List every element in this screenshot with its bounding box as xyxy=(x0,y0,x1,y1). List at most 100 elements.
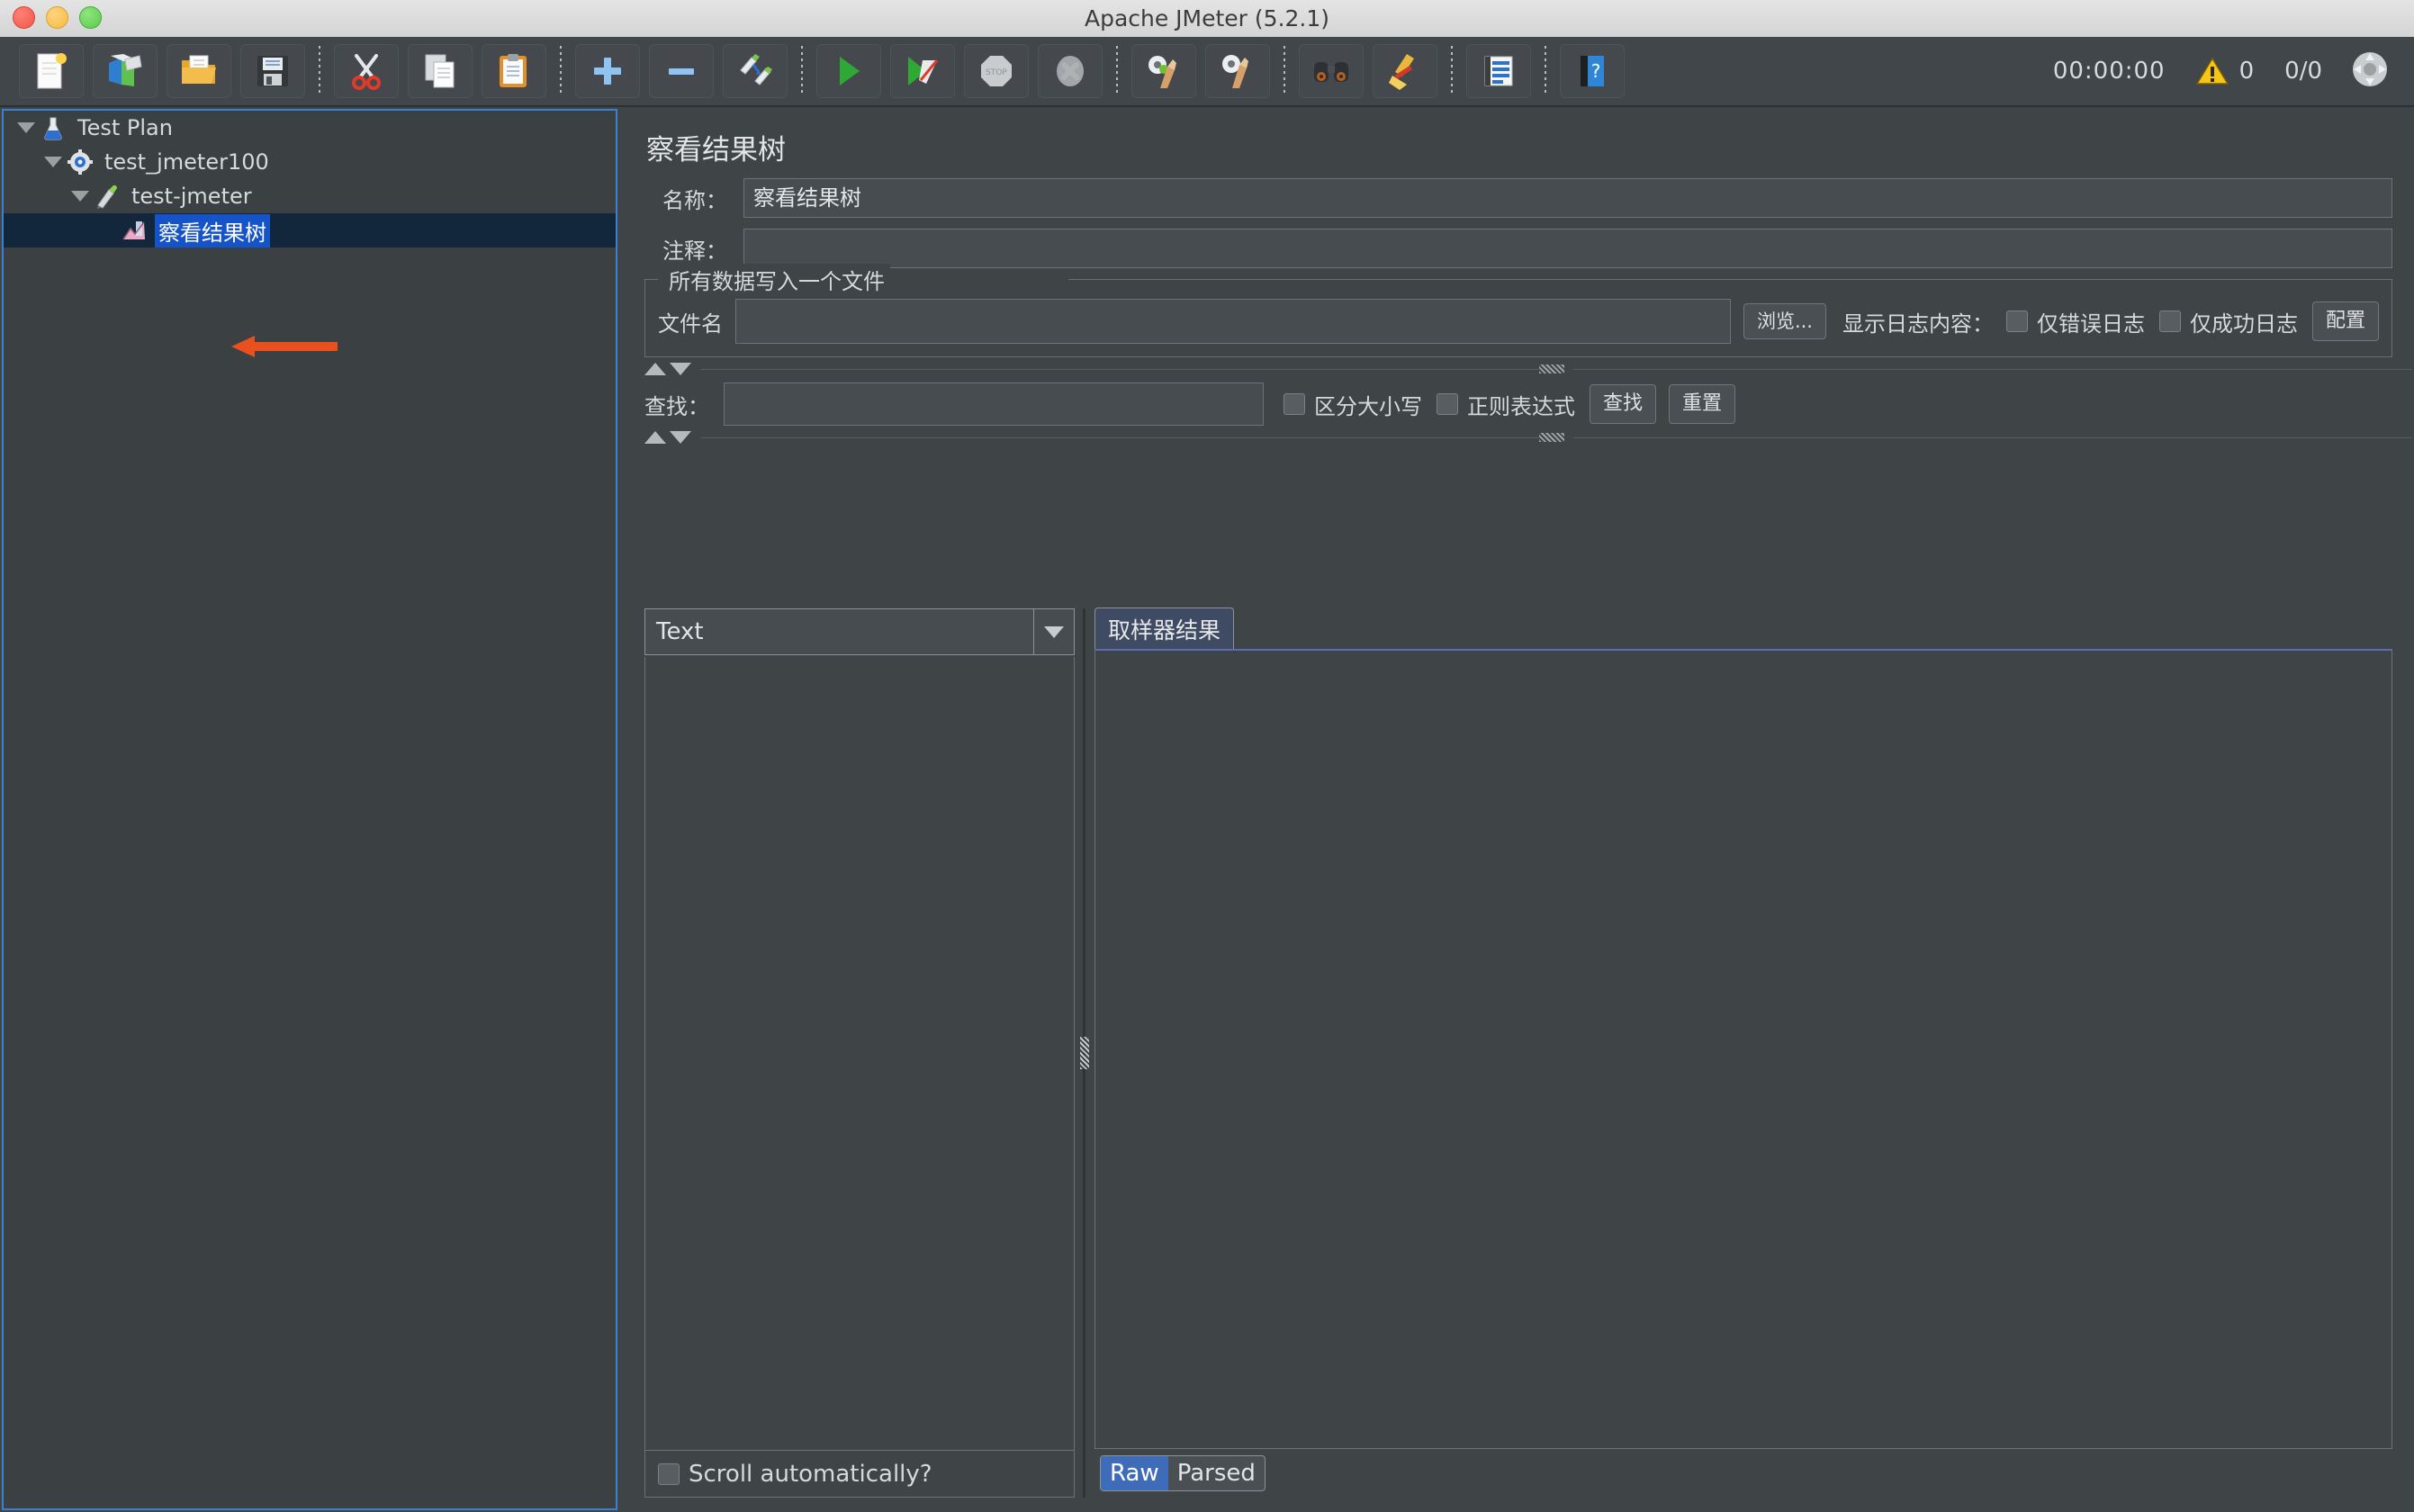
stop-sign-icon: STOP xyxy=(981,56,1012,86)
checkbox-box[interactable] xyxy=(1437,393,1458,415)
toggle-button[interactable] xyxy=(723,44,788,98)
function-helper-button[interactable] xyxy=(1466,44,1531,98)
checkbox-box[interactable] xyxy=(1284,393,1305,415)
regex-checkbox[interactable]: 正则表达式 xyxy=(1437,389,1575,420)
test-plan-tree[interactable]: Test Plan test_jmeter100 test-jmeter 察看结… xyxy=(2,109,617,1510)
function-list-icon xyxy=(1484,56,1513,86)
scroll-automatically-checkbox[interactable]: Scroll automatically? xyxy=(644,1451,1075,1498)
shutdown-button[interactable] xyxy=(1038,44,1103,98)
render-combo[interactable]: Text xyxy=(644,608,1075,655)
tree-node-test-plan[interactable]: Test Plan xyxy=(4,111,616,145)
tab-sampler-result[interactable]: 取样器结果 xyxy=(1094,608,1235,650)
vertical-splitter[interactable] xyxy=(1075,608,1094,1498)
toolbar-separator xyxy=(801,46,803,96)
stop-button[interactable]: STOP xyxy=(964,44,1029,98)
splitter-grip[interactable] xyxy=(1539,364,1564,374)
filename-input[interactable] xyxy=(735,299,1731,344)
remote-stop-icon xyxy=(1222,55,1248,88)
paste-button[interactable] xyxy=(482,44,546,98)
toolbar-separator xyxy=(1545,46,1546,96)
view-mode-row: Raw Parsed xyxy=(1094,1449,2392,1498)
results-list[interactable] xyxy=(644,657,1075,1451)
toolbar-separator xyxy=(1284,46,1285,96)
view-results-tree-icon xyxy=(119,217,149,244)
expand-caret[interactable] xyxy=(41,157,65,167)
templates-button[interactable] xyxy=(93,44,158,98)
start-no-pauses-button[interactable] xyxy=(890,44,955,98)
toolbar-separator xyxy=(1116,46,1118,96)
collapse-strip-upper[interactable] xyxy=(623,357,2412,377)
raw-parsed-toggle[interactable]: Raw Parsed xyxy=(1100,1455,1266,1491)
warning-indicator[interactable]: 0 xyxy=(2195,57,2255,86)
start-button[interactable] xyxy=(816,44,881,98)
tree-node-label: Test Plan xyxy=(77,115,173,140)
save-button[interactable] xyxy=(240,44,305,98)
remote-stop-all-button[interactable] xyxy=(1205,44,1270,98)
clear-all-button[interactable] xyxy=(1373,44,1437,98)
configure-button[interactable]: 配置 xyxy=(2311,302,2379,341)
collapse-up-icon[interactable] xyxy=(644,363,666,375)
search-input[interactable] xyxy=(724,382,1264,426)
collapse-strip-lower[interactable] xyxy=(623,426,2412,446)
cut-button[interactable] xyxy=(334,44,399,98)
search-button[interactable] xyxy=(1299,44,1364,98)
help-button[interactable]: ? xyxy=(1560,44,1625,98)
remote-start-all-button[interactable] xyxy=(1131,44,1196,98)
success-only-label: 仅成功日志 xyxy=(2189,310,2298,337)
expand-caret[interactable] xyxy=(68,191,92,202)
success-only-checkbox[interactable]: 仅成功日志 xyxy=(2158,306,2298,338)
browse-button[interactable]: 浏览... xyxy=(1743,303,1826,339)
tree-node-label: test_jmeter100 xyxy=(104,149,269,175)
errors-only-checkbox[interactable]: 仅错误日志 xyxy=(2005,306,2145,338)
checkbox-box[interactable] xyxy=(2158,310,2181,332)
chevron-down-icon[interactable] xyxy=(1033,609,1074,654)
parsed-button[interactable]: Parsed xyxy=(1168,1456,1265,1490)
window-title: Apache JMeter (5.2.1) xyxy=(1084,5,1330,32)
name-row: 名称： 察看结果树 xyxy=(623,178,2412,218)
toolbar-separator xyxy=(1451,46,1453,96)
sampler-result-content[interactable] xyxy=(1094,649,2392,1449)
filename-row: 文件名 浏览... 显示日志内容： 仅错误日志 仅成功日志 配置 xyxy=(658,299,2379,344)
tree-node-http-sampler[interactable]: test-jmeter xyxy=(4,179,616,213)
case-sensitive-checkbox[interactable]: 区分大小写 xyxy=(1284,389,1422,420)
tree-node-view-results-tree[interactable]: 察看结果树 xyxy=(4,213,616,248)
binoculars-icon xyxy=(1314,62,1348,82)
checkbox-box[interactable] xyxy=(658,1462,680,1485)
splitter-grip[interactable] xyxy=(1539,433,1564,442)
find-button[interactable]: 查找 xyxy=(1590,384,1657,424)
collapse-all-button[interactable] xyxy=(649,44,714,98)
expand-caret[interactable] xyxy=(14,122,38,133)
regex-label: 正则表达式 xyxy=(1467,393,1575,419)
new-button[interactable] xyxy=(19,44,84,98)
name-input[interactable]: 察看结果树 xyxy=(743,178,2392,218)
comment-label: 注释： xyxy=(662,238,727,264)
collapse-down-icon[interactable] xyxy=(670,431,691,444)
reset-button[interactable]: 重置 xyxy=(1669,384,1736,424)
scroll-automatically-label: Scroll automatically? xyxy=(689,1460,932,1488)
open-button[interactable] xyxy=(167,44,231,98)
thread-group-icon xyxy=(65,148,95,176)
collapse-up-icon[interactable] xyxy=(644,431,666,444)
expand-all-button[interactable] xyxy=(575,44,640,98)
filename-label: 文件名 xyxy=(658,310,723,337)
active-threads-counter: 0/0 xyxy=(2284,58,2322,85)
warning-triangle-icon xyxy=(2195,57,2229,85)
raw-button[interactable]: Raw xyxy=(1101,1456,1168,1490)
comment-row: 注释： xyxy=(623,229,2412,268)
collapse-down-icon[interactable] xyxy=(670,363,691,375)
shutdown-icon xyxy=(1057,56,1084,86)
toolbar-separator xyxy=(560,46,562,96)
comment-input[interactable] xyxy=(743,229,2392,268)
tree-node-thread-group[interactable]: test_jmeter100 xyxy=(4,145,616,179)
copy-button[interactable] xyxy=(408,44,473,98)
checkbox-box[interactable] xyxy=(2005,310,2028,332)
splitter-grip[interactable] xyxy=(1080,1037,1089,1069)
help-book-icon: ? xyxy=(1581,56,1604,86)
warning-count: 0 xyxy=(2238,58,2255,85)
search-label: 查找： xyxy=(644,393,709,419)
thread-status-indicator xyxy=(2349,49,2391,94)
remote-start-icon xyxy=(1148,56,1176,88)
tree-node-label: test-jmeter xyxy=(131,184,252,209)
write-all-data-groupbox: 所有数据写入一个文件 文件名 浏览... 显示日志内容： 仅错误日志 仅成功日志… xyxy=(644,264,2392,357)
svg-text:?: ? xyxy=(1591,60,1601,82)
